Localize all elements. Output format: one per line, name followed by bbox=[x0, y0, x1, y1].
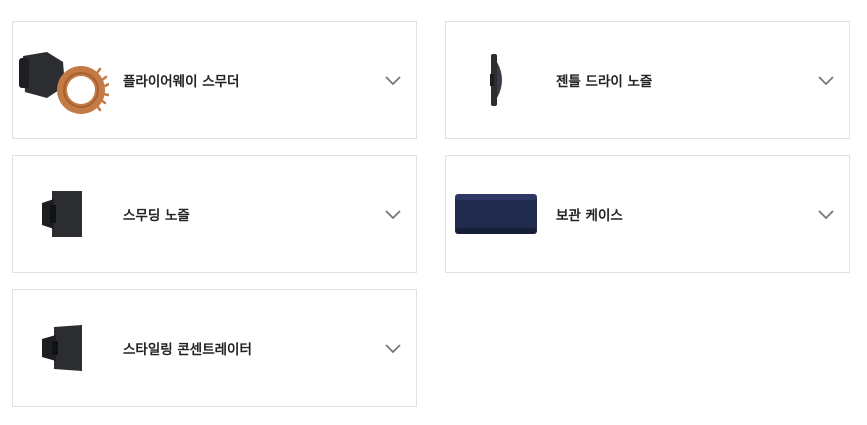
accessory-label: 보관 케이스 bbox=[556, 208, 623, 224]
accessory-label: 스타일링 콘센트레이터 bbox=[123, 342, 252, 358]
gentle-dry-nozzle-icon bbox=[446, 22, 546, 138]
accessory-label: 스무딩 노즐 bbox=[123, 208, 190, 224]
chevron-down-icon[interactable] bbox=[384, 74, 402, 86]
storage-case-icon bbox=[446, 156, 546, 272]
chevron-down-icon[interactable] bbox=[384, 342, 402, 354]
accessory-grid: 플라이어웨이 스무더 젠틀 드라이 노즐 스무딩 노즐 보관 케이스 스타일링 … bbox=[0, 0, 867, 425]
styling-concentrator-icon bbox=[13, 290, 113, 406]
chevron-down-icon[interactable] bbox=[384, 208, 402, 220]
accessory-card-flyaway-smoother[interactable]: 플라이어웨이 스무더 bbox=[12, 21, 417, 139]
smoothing-nozzle-icon bbox=[13, 156, 113, 272]
flyaway-smoother-icon bbox=[13, 22, 113, 138]
accessory-card-smoothing-nozzle[interactable]: 스무딩 노즐 bbox=[12, 155, 417, 273]
accessory-label: 플라이어웨이 스무더 bbox=[123, 74, 240, 90]
accessory-card-storage-case[interactable]: 보관 케이스 bbox=[445, 155, 850, 273]
accessory-card-gentle-dry-nozzle[interactable]: 젠틀 드라이 노즐 bbox=[445, 21, 850, 139]
chevron-down-icon[interactable] bbox=[817, 74, 835, 86]
accessory-card-styling-concentrator[interactable]: 스타일링 콘센트레이터 bbox=[12, 289, 417, 407]
chevron-down-icon[interactable] bbox=[817, 208, 835, 220]
accessory-label: 젠틀 드라이 노즐 bbox=[556, 74, 653, 90]
